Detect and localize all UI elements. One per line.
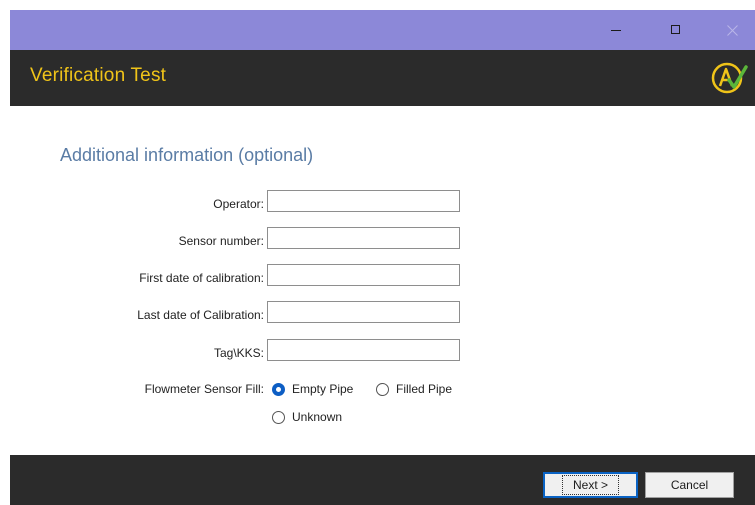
footer-bar: Next > Cancel	[10, 455, 755, 505]
sensor-number-field[interactable]	[267, 227, 460, 249]
sensor-number-label: Sensor number:	[178, 234, 264, 248]
window-titlebar[interactable]	[10, 10, 755, 50]
cancel-button[interactable]: Cancel	[645, 472, 734, 498]
last-calibration-date-label: Last date of Calibration:	[137, 308, 264, 322]
radio-unknown[interactable]: Unknown	[272, 410, 342, 424]
operator-label: Operator:	[213, 197, 264, 211]
first-calibration-date-field[interactable]	[267, 264, 460, 286]
radio-indicator	[376, 382, 389, 396]
sensor-fill-label: Flowmeter Sensor Fill:	[144, 382, 264, 396]
close-button[interactable]	[710, 10, 755, 50]
header-bar: Verification Test	[10, 50, 755, 106]
minimize-icon	[611, 30, 621, 31]
maximize-button[interactable]	[654, 10, 700, 50]
form-content: Additional information (optional) Operat…	[10, 106, 755, 455]
verification-logo-icon	[711, 62, 748, 94]
last-calibration-date-field[interactable]	[267, 301, 460, 323]
operator-field[interactable]	[267, 190, 460, 212]
maximize-icon	[671, 25, 680, 34]
radio-label: Empty Pipe	[292, 382, 354, 396]
page-title: Verification Test	[30, 65, 167, 86]
radio-label: Filled Pipe	[396, 382, 453, 396]
radio-empty-pipe[interactable]: Empty Pipe	[272, 382, 353, 396]
minimize-button[interactable]	[594, 10, 640, 50]
next-button[interactable]: Next >	[543, 472, 638, 498]
tag-kks-label: Tag\KKS:	[213, 346, 264, 360]
radio-filled-pipe[interactable]: Filled Pipe	[376, 382, 452, 396]
tag-kks-field[interactable]	[267, 339, 460, 361]
radio-label: Unknown	[292, 410, 343, 424]
section-title: Additional information (optional)	[60, 145, 314, 165]
verification-window: Verification Test Additional information…	[10, 10, 755, 505]
first-calibration-date-label: First date of calibration:	[139, 271, 264, 285]
next-button-label: Next >	[561, 475, 619, 495]
close-icon	[727, 25, 738, 36]
radio-selected-indicator	[272, 382, 285, 396]
radio-indicator	[272, 410, 285, 424]
